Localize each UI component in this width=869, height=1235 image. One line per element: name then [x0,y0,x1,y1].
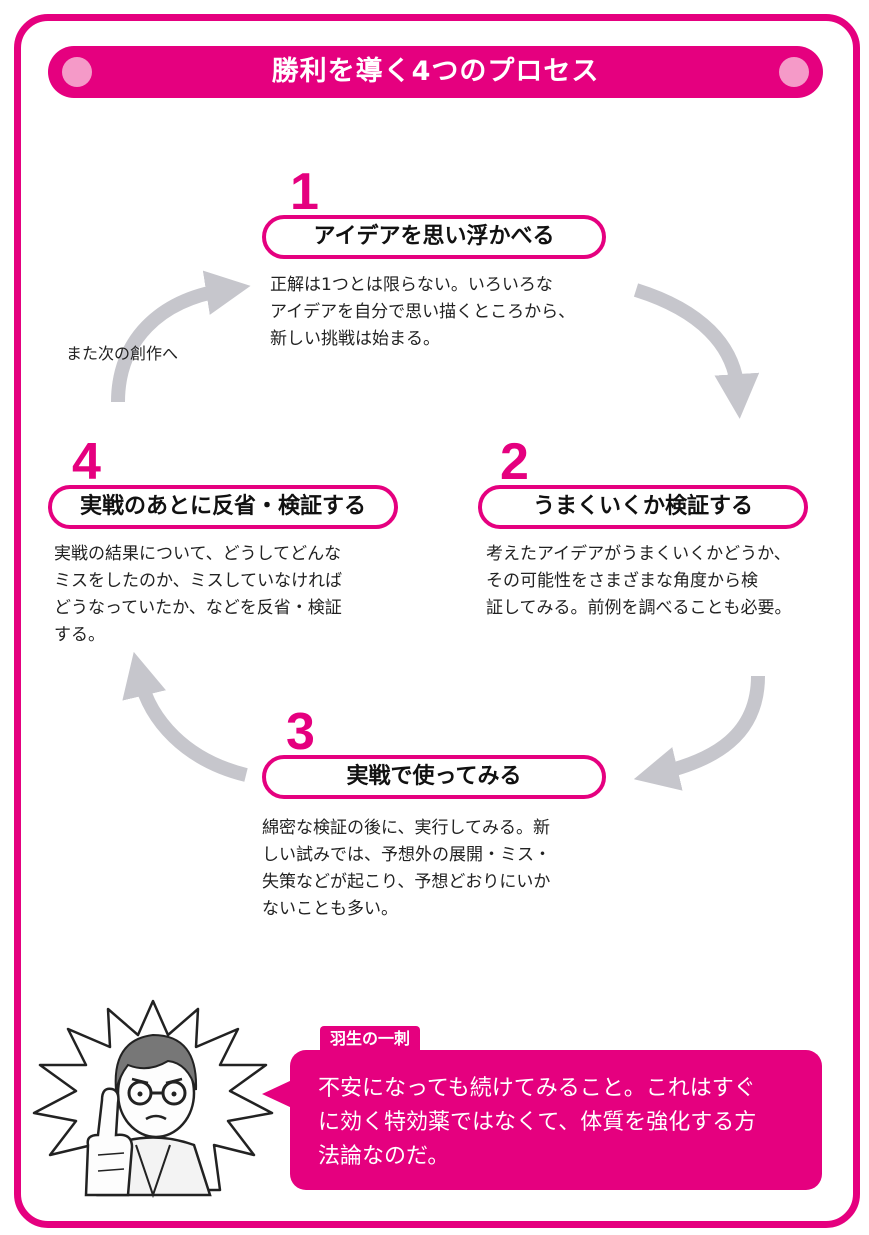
step-4-description: 実戦の結果について、どうしてどんな ミスをしたのか、ミスしていなければ どうなっ… [54,544,343,645]
arrow-3-to-4 [122,651,248,782]
step-1-heading: アイデアを思い浮かべる [262,215,606,259]
step-3-heading: 実戦で使ってみる [262,755,606,799]
portrait-illustration [32,999,274,1199]
step-2-number: 2 [500,433,529,491]
step-2-description: 考えたアイデアがうまくいくかどうか、 その可能性をさまざまな角度から検 証してみ… [486,544,792,618]
step-3-number: 3 [286,703,315,761]
step-3-description: 綿密な検証の後に、実行してみる。新 しい試みでは、予想外の展開・ミス・ 失策など… [262,818,551,919]
step-4-number: 4 [72,433,101,491]
step-1-number: 1 [290,163,319,221]
step-4-heading: 実戦のあとに反省・検証する [48,485,398,529]
cycle-note: また次の創作へ [66,344,179,363]
quote-tail [262,1080,292,1108]
step-2-heading: うまくいくか検証する [478,485,808,529]
step-1-description: 正解は1つとは限らない。いろいろな アイデアを自分で思い描くところから、 新しい… [270,275,576,349]
arrow-2-to-3 [633,675,765,791]
arrow-1-to-2 [633,283,760,419]
quote-label: 羽生の一刺 [320,1026,421,1052]
quote-text: 不安になっても続けてみること。これはすぐ に効く特効薬ではなくて、体質を強化する… [318,1076,757,1169]
